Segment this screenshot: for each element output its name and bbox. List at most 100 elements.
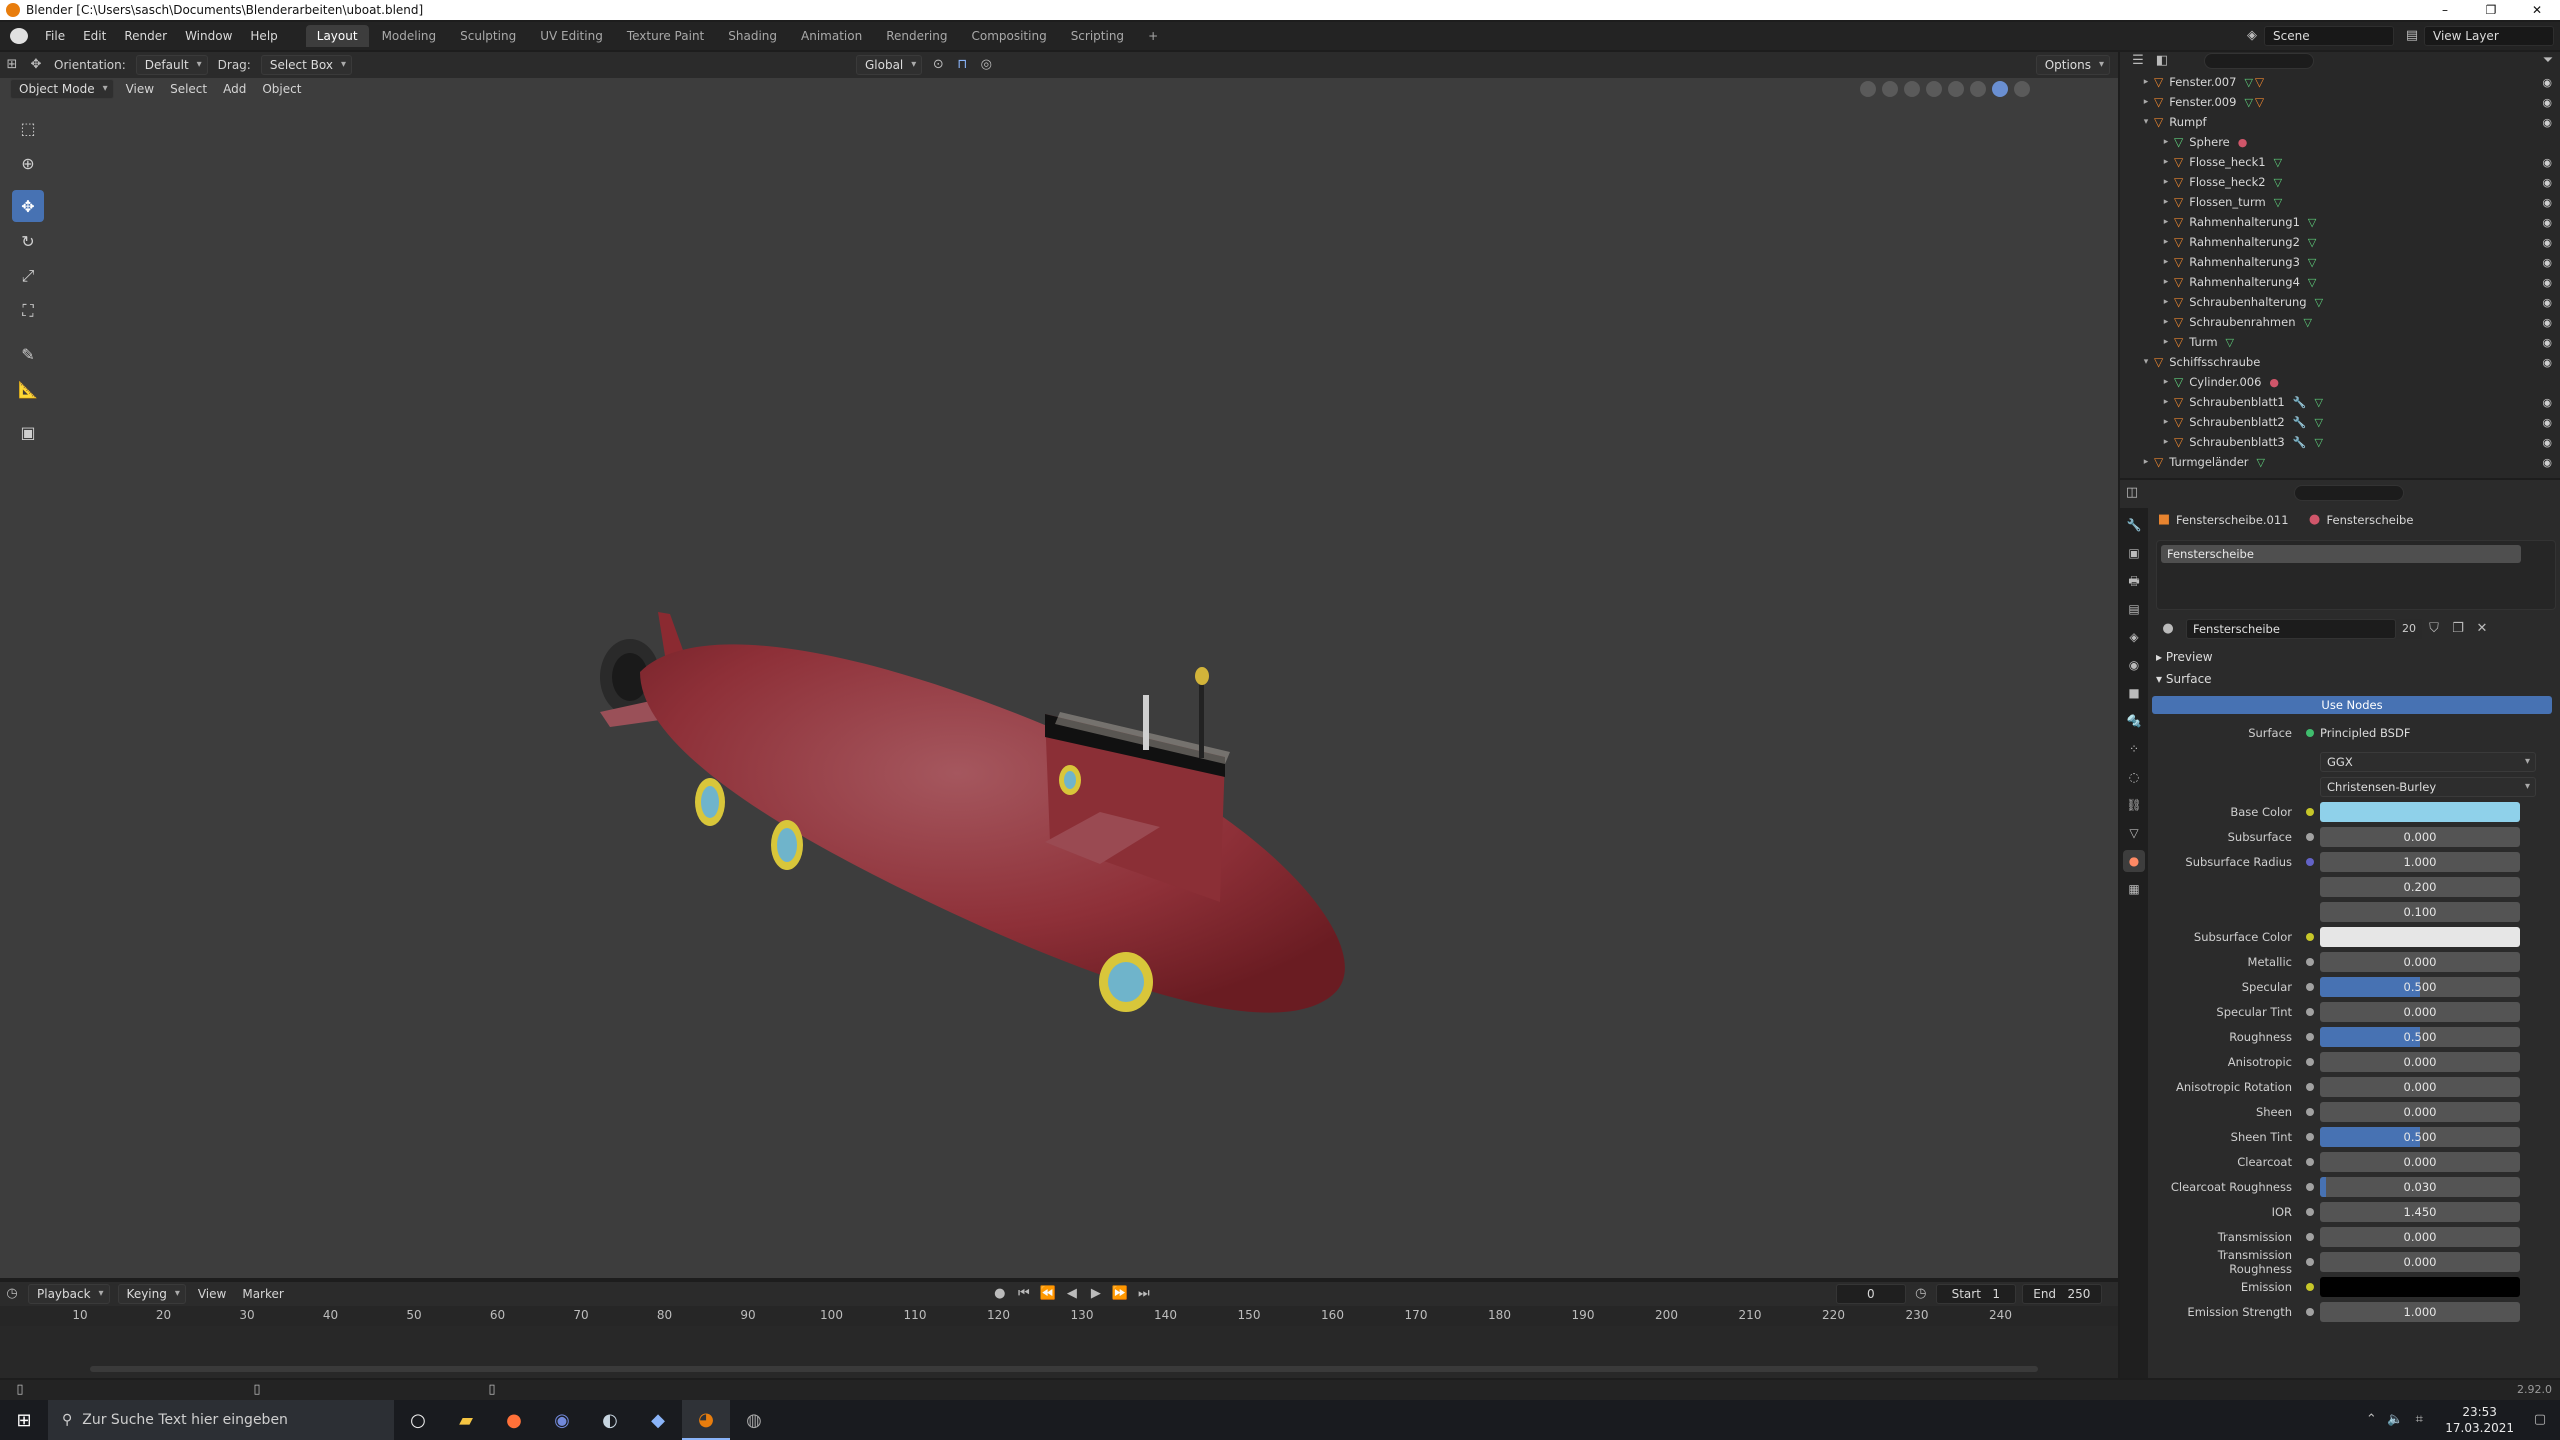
outliner-row[interactable]: ▸ ▽ Schraubenblatt2 🔧 ▽ ◉ <box>2120 412 2560 432</box>
socket-icon[interactable] <box>2306 1107 2314 1116</box>
outliner-item-name[interactable]: Fenster.009 <box>2169 95 2236 109</box>
outliner-item-name[interactable]: Sphere <box>2189 135 2230 149</box>
end-frame-field[interactable]: End 250 <box>2021 1284 2102 1304</box>
next-keyframe-icon[interactable]: ⏩ <box>1112 1286 1128 1302</box>
steam-icon[interactable]: ◐ <box>586 1400 634 1440</box>
value-slider[interactable]: 0.000 <box>2320 951 2520 972</box>
value-slider[interactable]: 1.450 <box>2320 1201 2520 1222</box>
drag-dropdown[interactable]: Select Box <box>260 55 352 75</box>
material-users-count[interactable]: 20 <box>2396 619 2422 639</box>
outliner-row[interactable]: ▸ ▽ Sphere ● <box>2120 132 2560 152</box>
gizmo-icon[interactable] <box>1882 81 1898 97</box>
3d-viewport[interactable] <box>0 52 2118 1278</box>
visibility-eye-icon[interactable]: ◉ <box>2542 216 2552 229</box>
outliner-item-name[interactable]: Schraubenblatt2 <box>2189 415 2285 429</box>
tab-layout[interactable]: Layout <box>305 25 369 47</box>
visibility-eye-icon[interactable]: ◉ <box>2542 416 2552 429</box>
view-layer-field[interactable]: View Layer <box>2424 26 2554 46</box>
use-nodes-button[interactable]: Use Nodes <box>2152 696 2552 714</box>
socket-icon[interactable] <box>2306 1032 2314 1041</box>
outliner-item-name[interactable]: Flosse_heck1 <box>2189 155 2265 169</box>
visibility-eye-icon[interactable]: ◉ <box>2542 336 2552 349</box>
playback-dropdown[interactable]: Playback <box>28 1284 110 1304</box>
menu-window[interactable]: Window <box>176 22 241 50</box>
color-socket-icon[interactable] <box>2306 807 2314 816</box>
expand-arrow-icon[interactable]: ▸ <box>2160 317 2172 327</box>
outliner-item-name[interactable]: Fenster.007 <box>2169 75 2236 89</box>
view-layer-tab-icon[interactable]: ▤ <box>2123 598 2145 620</box>
snap-icon[interactable]: ⊓ <box>954 57 970 73</box>
tab-texture-paint[interactable]: Texture Paint <box>616 25 715 47</box>
output-tab-icon[interactable]: 🖶 <box>2123 570 2145 592</box>
modifier-tab-icon[interactable]: 🔩 <box>2123 710 2145 732</box>
duplicate-material-icon[interactable]: ❐ <box>2450 621 2466 637</box>
visibility-eye-icon[interactable]: ◉ <box>2542 356 2552 369</box>
value-slider[interactable]: 0.000 <box>2320 1151 2520 1172</box>
properties-search-input[interactable] <box>2294 485 2404 501</box>
visibility-eye-icon[interactable]: ◉ <box>2542 236 2552 249</box>
expand-arrow-icon[interactable]: ▸ <box>2160 237 2172 247</box>
expand-arrow-icon[interactable]: ▸ <box>2160 137 2172 147</box>
outliner-item-name[interactable]: Cylinder.006 <box>2189 375 2261 389</box>
value-slider[interactable]: 0.000 <box>2320 826 2520 847</box>
visibility-icon[interactable] <box>1860 81 1876 97</box>
expand-arrow-icon[interactable]: ▸ <box>2160 417 2172 427</box>
outliner-item-name[interactable]: Turm <box>2189 335 2217 349</box>
properties-editor-icon[interactable]: ◫ <box>2124 485 2140 501</box>
material-slot-item[interactable]: Fensterscheibe <box>2161 545 2521 563</box>
app-taskbar-icon[interactable]: ◍ <box>730 1400 778 1440</box>
emission-strength-field[interactable]: 1.000 <box>2320 1301 2520 1322</box>
display-mode-icon[interactable]: ◧ <box>2154 53 2170 69</box>
expand-arrow-icon[interactable]: ▸ <box>2140 97 2152 107</box>
keying-dropdown[interactable]: Keying <box>117 1284 186 1304</box>
outliner-item-name[interactable]: Rahmenhalterung1 <box>2189 215 2300 229</box>
cursor-tool-icon[interactable]: ⊕ <box>12 147 44 179</box>
editor-type-icon[interactable]: ⊞ <box>4 57 20 73</box>
socket-icon[interactable] <box>2306 982 2314 991</box>
outliner-row[interactable]: ▸ ▽ Flossen_turm ▽ ◉ <box>2120 192 2560 212</box>
cortana-icon[interactable]: ○ <box>394 1400 442 1440</box>
current-frame-field[interactable]: 0 <box>1835 1284 1906 1304</box>
surface-shader-value[interactable]: Principled BSDF <box>2320 726 2410 740</box>
outliner-item-name[interactable]: Turmgeländer <box>2169 455 2248 469</box>
outliner-item-name[interactable]: Schraubenblatt3 <box>2189 435 2285 449</box>
outliner-item-name[interactable]: Rahmenhalterung2 <box>2189 235 2300 249</box>
timeline-ruler[interactable]: 10 20 30 40 50 60 70 80 90 100 110 120 130 140 150 160 1… <box>0 1306 2118 1326</box>
scale-tool-icon[interactable]: ⤢ <box>12 260 44 292</box>
transform-tool-icon[interactable]: ⛶ <box>12 295 44 327</box>
value-slider[interactable]: 0.000 <box>2320 1001 2520 1022</box>
expand-arrow-icon[interactable]: ▾ <box>2140 357 2152 367</box>
value-slider[interactable]: 0.030 <box>2320 1176 2520 1197</box>
visibility-eye-icon[interactable]: ◉ <box>2542 176 2552 189</box>
base-color-swatch[interactable] <box>2320 801 2520 822</box>
value-slider[interactable]: 0.200 <box>2320 876 2520 897</box>
socket-icon[interactable] <box>2306 1007 2314 1016</box>
play-icon[interactable]: ▶ <box>1088 1286 1104 1302</box>
visibility-eye-icon[interactable]: ◉ <box>2542 76 2552 89</box>
outliner-row[interactable]: ▸ ▽ Schraubenrahmen ▽ ◉ <box>2120 312 2560 332</box>
viewport-menu-object[interactable]: Object <box>254 82 309 96</box>
socket-icon[interactable] <box>2306 1057 2314 1066</box>
particles-tab-icon[interactable]: ⁘ <box>2123 738 2145 760</box>
tab-uv-editing[interactable]: UV Editing <box>529 25 614 47</box>
visibility-eye-icon[interactable]: ◉ <box>2542 156 2552 169</box>
file-explorer-icon[interactable]: ▰ <box>442 1400 490 1440</box>
expand-arrow-icon[interactable]: ▸ <box>2160 177 2172 187</box>
material-preview-shading-icon[interactable] <box>1992 81 2008 97</box>
menu-edit[interactable]: Edit <box>74 22 115 50</box>
browse-material-icon[interactable]: ● <box>2160 621 2176 637</box>
firefox-icon[interactable]: ● <box>490 1400 538 1440</box>
outliner-item-name[interactable]: Rahmenhalterung4 <box>2189 275 2300 289</box>
maximize-button[interactable]: ❐ <box>2468 0 2514 20</box>
xray-icon[interactable] <box>1926 81 1942 97</box>
constraints-tab-icon[interactable]: ⛓ <box>2123 794 2145 816</box>
menu-render[interactable]: Render <box>115 22 176 50</box>
minimize-button[interactable]: – <box>2422 0 2468 20</box>
mode-dropdown[interactable]: Object Mode <box>10 79 114 99</box>
socket-icon[interactable] <box>2306 832 2314 841</box>
value-slider[interactable]: 0.000 <box>2320 1051 2520 1072</box>
record-icon[interactable]: ● <box>992 1286 1008 1302</box>
texture-tab-icon[interactable]: ▦ <box>2123 878 2145 900</box>
expand-arrow-icon[interactable]: ▸ <box>2160 397 2172 407</box>
visibility-eye-icon[interactable]: ◉ <box>2542 296 2552 309</box>
